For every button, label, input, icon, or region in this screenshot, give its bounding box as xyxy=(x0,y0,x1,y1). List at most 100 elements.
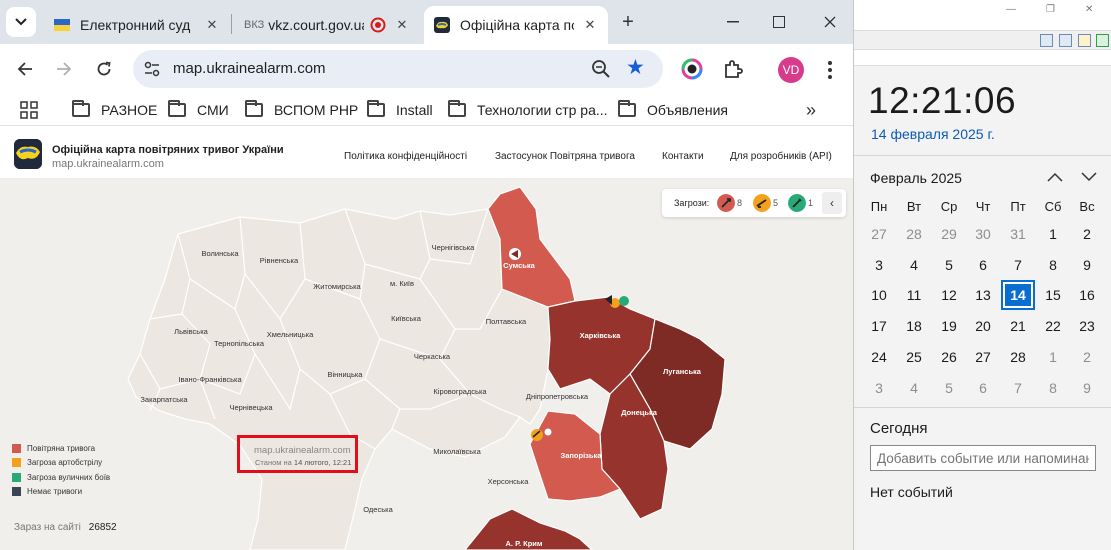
reload-button[interactable] xyxy=(91,56,117,82)
browser-menu-button[interactable] xyxy=(822,57,838,83)
calendar-day-number: 3 xyxy=(875,256,883,273)
region-label-mykolaivska: Миколаївська xyxy=(433,447,481,456)
tab-vkz-court[interactable]: ВКЗ vkz.court.gov.ua ✕ xyxy=(234,6,420,44)
calendar-day[interactable]: 13 xyxy=(966,280,1000,310)
calendar-day[interactable]: 4 xyxy=(897,250,931,280)
calendar-day[interactable]: 28 xyxy=(897,219,931,249)
window-layout-icon[interactable] xyxy=(1059,34,1072,47)
forward-button[interactable] xyxy=(51,56,77,82)
window-layout-icon[interactable] xyxy=(1040,34,1053,47)
calendar-day[interactable]: 22 xyxy=(1036,311,1070,341)
tab-search-button[interactable] xyxy=(6,7,36,37)
calendar-day[interactable]: 26 xyxy=(932,342,966,372)
region-label-kharkivska: Харківська xyxy=(580,331,622,340)
bookmark-star-icon[interactable]: ★ xyxy=(626,57,648,79)
calendar-day[interactable]: 2 xyxy=(1070,342,1104,372)
calendar-day[interactable]: 28 xyxy=(1001,342,1035,372)
close-window-button[interactable] xyxy=(815,8,845,36)
calendar-day[interactable]: 5 xyxy=(932,373,966,403)
calendar-day[interactable]: 1 xyxy=(1036,219,1070,249)
calendar-day[interactable]: 23 xyxy=(1070,311,1104,341)
site-info-icon[interactable] xyxy=(143,60,161,78)
nav-link-api[interactable]: Для розробників (API) xyxy=(730,151,832,162)
tab-electronic-court[interactable]: Електронний суд ✕ xyxy=(44,6,230,44)
close-icon[interactable]: ✕ xyxy=(582,17,598,33)
profile-avatar[interactable]: VD xyxy=(778,57,804,83)
calendar-day[interactable]: 8 xyxy=(1036,373,1070,403)
calendar-day-number: 5 xyxy=(945,256,953,273)
new-tab-button[interactable]: + xyxy=(616,10,640,34)
calendar-day[interactable]: 2 xyxy=(1070,219,1104,249)
close-icon[interactable]: ✕ xyxy=(1085,4,1093,15)
calendar-day[interactable]: 5 xyxy=(932,250,966,280)
nav-link-app[interactable]: Застосунок Повітряна тривога xyxy=(495,151,635,162)
calendar-day[interactable]: 1 xyxy=(1036,342,1070,372)
calendar-day[interactable]: 3 xyxy=(862,250,896,280)
next-month-button[interactable] xyxy=(1078,166,1100,188)
bookmark-folder-raznoe[interactable]: РАЗНОЕ xyxy=(72,100,157,120)
calendar-day[interactable]: 3 xyxy=(862,373,896,403)
calendar-day-today[interactable]: 14 xyxy=(1001,280,1035,311)
nav-link-privacy[interactable]: Політика конфіденційності xyxy=(344,151,467,162)
calendar-day[interactable]: 21 xyxy=(1001,311,1035,341)
calendar-day[interactable]: 9 xyxy=(1070,373,1104,403)
add-event-input[interactable] xyxy=(870,445,1096,471)
address-bar[interactable]: map.ukrainealarm.com ★ xyxy=(133,50,663,88)
window-layout-icon[interactable] xyxy=(1078,34,1091,47)
calendar-day[interactable]: 29 xyxy=(932,219,966,249)
region-label-khmelnytska: Хмельницька xyxy=(267,330,314,339)
calendar-day[interactable]: 9 xyxy=(1070,250,1104,280)
bookmark-folder-vspom[interactable]: ВСПОМ РНР xyxy=(245,100,358,120)
calendar-day[interactable]: 25 xyxy=(897,342,931,372)
nav-link-contacts[interactable]: Контакти xyxy=(662,151,704,162)
tab-ukrainealarm-map[interactable]: Офіційна карта по ✕ xyxy=(424,6,608,44)
calendar-day[interactable]: 20 xyxy=(966,311,1000,341)
calendar-day[interactable]: 31 xyxy=(1001,219,1035,249)
bookmark-folder-install[interactable]: Install xyxy=(367,100,433,120)
calendar-day[interactable]: 6 xyxy=(966,250,1000,280)
calendar-day[interactable]: 8 xyxy=(1036,250,1070,280)
calendar-day[interactable]: 17 xyxy=(862,311,896,341)
bookmark-folder-smi[interactable]: СМИ xyxy=(168,100,229,120)
calendar-day[interactable]: 15 xyxy=(1036,280,1070,310)
back-button[interactable] xyxy=(12,56,38,82)
extensions-puzzle-icon[interactable] xyxy=(722,58,744,80)
sumska-alert-marker[interactable] xyxy=(509,248,521,260)
color-extension-icon[interactable] xyxy=(681,58,703,80)
calendar-month-title[interactable]: Февраль 2025 xyxy=(870,170,962,186)
calendar-day[interactable]: 4 xyxy=(897,373,931,403)
calendar-day[interactable]: 11 xyxy=(897,280,931,310)
legend-item-street-fight: Загроза вуличних боїв xyxy=(12,470,110,485)
calendar-day-number: 26 xyxy=(941,348,957,365)
close-icon[interactable]: ✕ xyxy=(204,17,220,33)
artillery-threat-marker-zaporizka[interactable] xyxy=(531,429,543,441)
bookmarks-more-button[interactable]: » xyxy=(806,100,816,121)
calendar-day[interactable]: 7 xyxy=(1001,373,1035,403)
calendar-day[interactable]: 18 xyxy=(897,311,931,341)
restore-icon[interactable]: ❐ xyxy=(1046,4,1055,15)
calendar-day[interactable]: 27 xyxy=(966,342,1000,372)
threats-collapse-button[interactable]: ‹ xyxy=(822,192,842,214)
calendar-day[interactable]: 12 xyxy=(932,280,966,310)
calendar-day[interactable]: 6 xyxy=(966,373,1000,403)
apps-grid-icon[interactable] xyxy=(20,101,38,119)
legend-swatch xyxy=(12,458,21,468)
calendar-day[interactable]: 19 xyxy=(932,311,966,341)
calendar-day[interactable]: 30 xyxy=(966,219,1000,249)
calendar-day[interactable]: 16 xyxy=(1070,280,1104,310)
minimize-button[interactable] xyxy=(718,8,748,36)
calendar-day[interactable]: 10 xyxy=(862,280,896,310)
zoom-icon[interactable] xyxy=(591,59,611,79)
calendar-day[interactable]: 27 xyxy=(862,219,896,249)
bookmark-folder-ads[interactable]: Объявления xyxy=(618,100,728,120)
previous-month-button[interactable] xyxy=(1044,166,1066,188)
calendar-day[interactable]: 7 xyxy=(1001,250,1035,280)
date-link[interactable]: 14 февраля 2025 г. xyxy=(871,126,995,142)
maximize-button[interactable] xyxy=(764,8,794,36)
minimize-icon[interactable]: — xyxy=(1006,4,1016,15)
fullscreen-icon[interactable] xyxy=(1096,34,1109,47)
calendar-day[interactable]: 24 xyxy=(862,342,896,372)
close-icon[interactable]: ✕ xyxy=(394,17,410,33)
bookmark-folder-technologies[interactable]: Технологии стр ра... xyxy=(448,100,608,120)
ukrainealarm-logo-icon[interactable] xyxy=(14,139,42,169)
